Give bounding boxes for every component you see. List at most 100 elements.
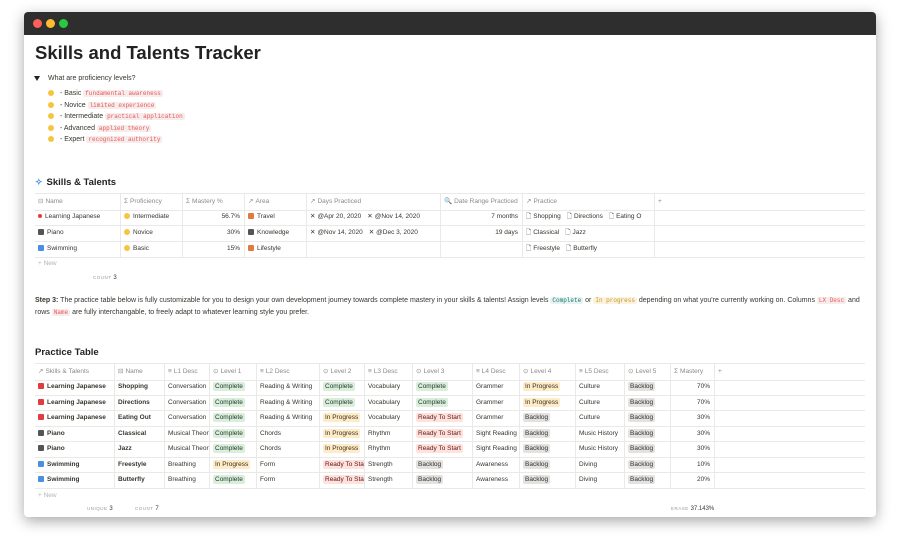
cell-l1[interactable]: Complete <box>210 425 257 441</box>
table-row[interactable]: Piano Classical Musical Theory Complete Chor… <box>35 425 865 442</box>
row-practice[interactable]: 🗋 Classical 🗋 Jazz <box>523 225 655 241</box>
new-row-button[interactable]: + New <box>38 260 57 267</box>
col-header-skills[interactable]: ↗ Skills & Talents <box>35 364 115 380</box>
cell-l3d[interactable]: Strength <box>365 472 413 488</box>
row-name[interactable]: Learning Japanese <box>35 209 121 225</box>
cell-l1[interactable]: Complete <box>210 410 257 426</box>
cell-l2d[interactable]: Reading & Writing <box>257 379 320 395</box>
cell-l2[interactable]: In Progress <box>320 425 365 441</box>
cell-l4d[interactable]: Grammer <box>473 410 520 426</box>
cell-skill[interactable]: Piano <box>35 425 115 441</box>
cell-l3d[interactable]: Vocabulary <box>365 394 413 410</box>
cell-l3d[interactable]: Strength <box>365 456 413 472</box>
cell-l1[interactable]: Complete <box>210 472 257 488</box>
cell-l4[interactable]: Backlog <box>520 472 576 488</box>
cell-l4d[interactable]: Awareness <box>473 456 520 472</box>
add-column-button[interactable]: + <box>655 194 677 210</box>
new-row-button[interactable]: + New <box>38 492 57 499</box>
cell-l5d[interactable]: Diving <box>576 472 625 488</box>
cell-l5[interactable]: Backlog <box>625 410 671 426</box>
col-header-name[interactable]: ⊟ Name <box>35 194 121 210</box>
table-row[interactable]: Swimming Butterfly Breathing Complete Form Re… <box>35 472 865 489</box>
cell-l5d[interactable]: Culture <box>576 410 625 426</box>
table-row[interactable]: Piano Jazz Musical Theory Complete Chords In … <box>35 441 865 458</box>
cell-name[interactable]: Shopping <box>115 379 165 395</box>
cell-l1[interactable]: Complete <box>210 379 257 395</box>
cell-l2[interactable]: Ready To Start <box>320 456 365 472</box>
cell-l1d[interactable]: Conversation <box>165 410 210 426</box>
row-days[interactable] <box>307 241 441 257</box>
cell-l2[interactable]: Complete <box>320 379 365 395</box>
cell-l3[interactable]: Ready To Start <box>413 441 473 457</box>
cell-name[interactable]: Eating Out <box>115 410 165 426</box>
cell-l2[interactable]: In Progress <box>320 410 365 426</box>
cell-l3d[interactable]: Vocabulary <box>365 379 413 395</box>
cell-l2d[interactable]: Reading & Writing <box>257 410 320 426</box>
cell-l3[interactable]: Complete <box>413 379 473 395</box>
cell-l4[interactable]: Backlog <box>520 441 576 457</box>
col-header-l5-desc[interactable]: ≡ L5 Desc <box>576 364 625 380</box>
col-header-l2-desc[interactable]: ≡ L2 Desc <box>257 364 320 380</box>
cell-l5d[interactable]: Music History <box>576 441 625 457</box>
cell-l4d[interactable]: Grammer <box>473 379 520 395</box>
table-row[interactable]: Learning Japanese Directions Conversation C… <box>35 394 865 411</box>
cell-l5d[interactable]: Diving <box>576 456 625 472</box>
cell-l4d[interactable]: Sight Reading <box>473 441 520 457</box>
cell-l5d[interactable]: Music History <box>576 425 625 441</box>
col-header-name[interactable]: ⊟ Name <box>115 364 165 380</box>
row-days[interactable]: ✕ @Nov 14, 2020 ✕ @Dec 3, 2020 <box>307 225 441 241</box>
row-practice[interactable]: 🗋 Shopping 🗋 Directions 🗋 Eating O <box>523 209 655 225</box>
cell-name[interactable]: Freestyle <box>115 456 165 472</box>
cell-m[interactable]: 20% <box>671 472 715 488</box>
cell-l5[interactable]: Backlog <box>625 456 671 472</box>
add-column-button[interactable]: + <box>715 364 735 380</box>
table-row[interactable]: Learning Japanese Eating Out Conversation C… <box>35 410 865 427</box>
col-header-mastery[interactable]: Σ Mastery <box>671 364 715 380</box>
cell-l3[interactable]: Ready To Start <box>413 410 473 426</box>
cell-l3d[interactable]: Vocabulary <box>365 410 413 426</box>
col-header-practice[interactable]: ↗ Practice <box>523 194 655 210</box>
col-header-level-3[interactable]: ⊙ Level 3 <box>413 364 473 380</box>
col-header-level-1[interactable]: ⊙ Level 1 <box>210 364 257 380</box>
cell-l3[interactable]: Complete <box>413 394 473 410</box>
cell-l2d[interactable]: Form <box>257 456 320 472</box>
col-header-l4-desc[interactable]: ≡ L4 Desc <box>473 364 520 380</box>
cell-l2d[interactable]: Chords <box>257 441 320 457</box>
proficiency-toggle[interactable]: What are proficiency levels? <box>34 75 136 82</box>
cell-l2[interactable]: In Progress <box>320 441 365 457</box>
minimize-window-button[interactable] <box>46 19 55 28</box>
table-row[interactable]: Swimming Freestyle Breathing In Progress For… <box>35 456 865 473</box>
cell-l4d[interactable]: Sight Reading <box>473 425 520 441</box>
cell-name[interactable]: Classical <box>115 425 165 441</box>
col-header-date-range[interactable]: 🔍 Date Range Practiced <box>441 194 523 210</box>
col-header-area[interactable]: ↗ Area <box>245 194 307 210</box>
cell-l1d[interactable]: Musical Theory <box>165 441 210 457</box>
cell-l1[interactable]: In Progress <box>210 456 257 472</box>
cell-l3[interactable]: Backlog <box>413 456 473 472</box>
cell-m[interactable]: 30% <box>671 425 715 441</box>
col-header-level-5[interactable]: ⊙ Level 5 <box>625 364 671 380</box>
cell-skill[interactable]: Learning Japanese <box>35 379 115 395</box>
table-row[interactable]: Swimming Basic 15% Lifestyle 🗋 Freestyle 🗋… <box>35 241 865 258</box>
practice-table-title[interactable]: Practice Table <box>35 347 99 358</box>
cell-l3d[interactable]: Rhythm <box>365 425 413 441</box>
cell-l4d[interactable]: Awareness <box>473 472 520 488</box>
cell-l1d[interactable]: Breathing <box>165 472 210 488</box>
cell-l5[interactable]: Backlog <box>625 425 671 441</box>
row-practice[interactable]: 🗋 Freestyle 🗋 Butterfly <box>523 241 655 257</box>
cell-l4[interactable]: In Progress <box>520 394 576 410</box>
cell-l5d[interactable]: Culture <box>576 394 625 410</box>
cell-l2[interactable]: Ready To Start <box>320 472 365 488</box>
cell-l1[interactable]: Complete <box>210 394 257 410</box>
row-area[interactable]: Travel <box>245 209 307 225</box>
col-header-l3-desc[interactable]: ≡ L3 Desc <box>365 364 413 380</box>
cell-l1[interactable]: Complete <box>210 441 257 457</box>
cell-m[interactable]: 30% <box>671 410 715 426</box>
col-header-mastery[interactable]: Σ Mastery % <box>183 194 245 210</box>
row-name[interactable]: Piano <box>35 225 121 241</box>
table-row[interactable]: Piano Novice 30% Knowledge ✕ @Nov 14, 202… <box>35 225 865 242</box>
row-area[interactable]: Lifestyle <box>245 241 307 257</box>
maximize-window-button[interactable] <box>59 19 68 28</box>
cell-skill[interactable]: Piano <box>35 441 115 457</box>
cell-l2d[interactable]: Form <box>257 472 320 488</box>
